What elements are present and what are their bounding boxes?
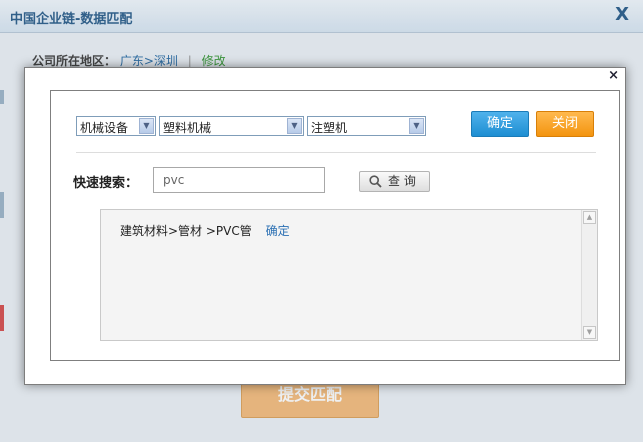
quick-search-input[interactable]: [153, 167, 325, 193]
select-value: 塑料机械: [163, 121, 212, 135]
scroll-up-icon[interactable]: ▲: [583, 211, 596, 224]
chevron-down-icon: ▼: [287, 118, 302, 134]
divider: [76, 152, 596, 153]
select-value: 注塑机: [311, 121, 348, 135]
list-item: 建筑材料>管材 >PVC管 确定: [120, 222, 290, 239]
results-scrollbar[interactable]: ▲ ▼: [581, 210, 597, 340]
category-dialog: × 机械设备 ▼ 塑料机械 ▼ 注塑机 ▼ 确定 关闭 快速搜索： 查 询: [24, 67, 626, 385]
category-select-level2[interactable]: 塑料机械 ▼: [159, 116, 304, 136]
search-button-label: 查 询: [388, 174, 416, 188]
select-value: 机械设备: [80, 121, 129, 135]
chevron-down-icon: ▼: [409, 118, 424, 134]
search-button[interactable]: 查 询: [359, 171, 430, 192]
category-select-level1[interactable]: 机械设备 ▼: [76, 116, 156, 136]
search-results: 建筑材料>管材 >PVC管 确定 ▲ ▼: [100, 209, 598, 341]
confirm-button[interactable]: 确定: [471, 111, 529, 137]
search-icon: [369, 175, 382, 188]
category-select-level3[interactable]: 注塑机 ▼: [307, 116, 426, 136]
close-button[interactable]: 关闭: [536, 111, 594, 137]
dialog-content: 机械设备 ▼ 塑料机械 ▼ 注塑机 ▼ 确定 关闭 快速搜索： 查 询 建筑材料…: [50, 90, 620, 361]
chevron-down-icon: ▼: [139, 118, 154, 134]
quick-search-label: 快速搜索：: [73, 176, 139, 191]
result-confirm-link[interactable]: 确定: [266, 224, 290, 238]
dialog-close-icon[interactable]: ×: [608, 69, 619, 83]
result-path: 建筑材料>管材 >PVC管: [120, 224, 252, 238]
scroll-down-icon[interactable]: ▼: [583, 326, 596, 339]
